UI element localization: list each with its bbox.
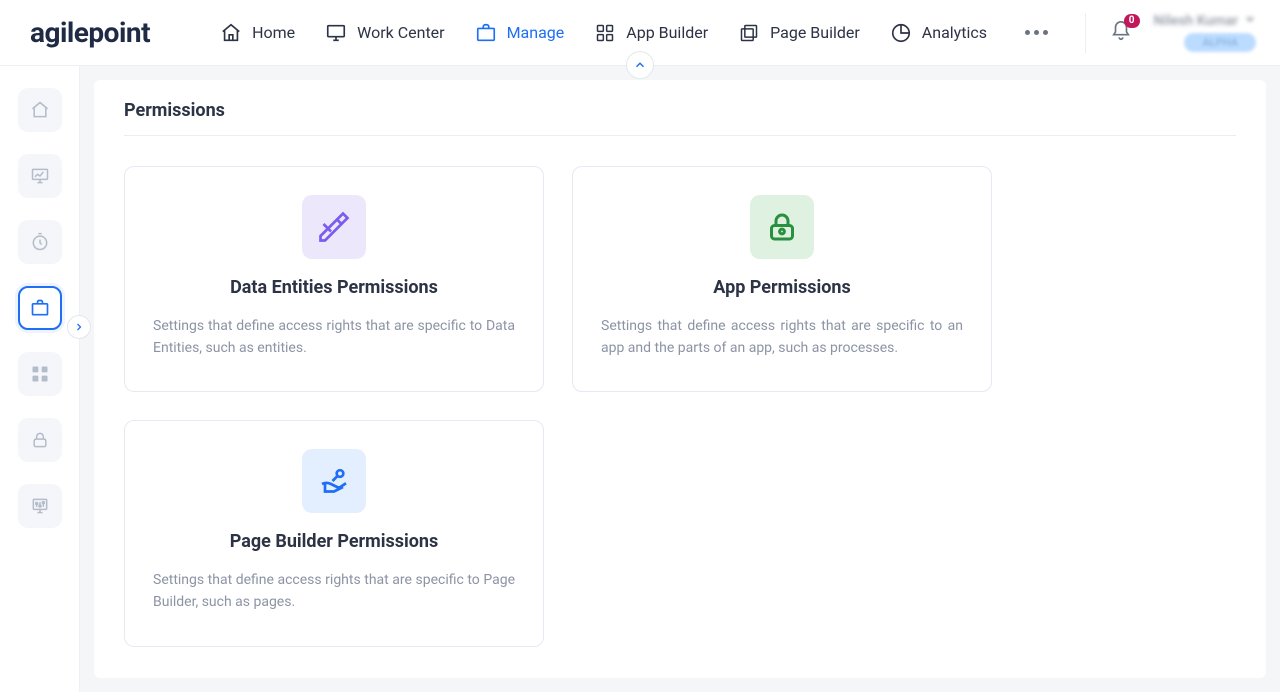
left-sidebar xyxy=(0,66,80,692)
nav-label: Home xyxy=(252,23,295,42)
home-icon xyxy=(220,22,242,44)
nav-app-builder[interactable]: App Builder xyxy=(594,22,708,44)
briefcase-icon xyxy=(30,298,50,318)
dot-icon xyxy=(1043,30,1048,35)
card-description: Settings that define access rights that … xyxy=(153,570,515,613)
home-icon xyxy=(30,100,50,120)
nav-page-builder[interactable]: Page Builder xyxy=(738,22,860,44)
main-content: Permissions Data Entities Permissions Se… xyxy=(94,80,1266,678)
stopwatch-icon xyxy=(30,232,50,252)
notifications-button[interactable]: 0 xyxy=(1110,20,1132,46)
page-title: Permissions xyxy=(124,100,1236,136)
card-description: Settings that define access rights that … xyxy=(601,316,963,359)
header-right: 0 Nilesh Kumar ALPHA xyxy=(1085,13,1256,53)
user-block: Nilesh Kumar ALPHA xyxy=(1154,13,1256,52)
monitor-icon xyxy=(325,22,347,44)
card-description: Settings that define access rights that … xyxy=(153,316,515,359)
chevron-down-icon xyxy=(1244,13,1256,29)
sidebar-item-reports[interactable] xyxy=(18,154,62,198)
sidebar-item-home[interactable] xyxy=(18,88,62,132)
hand-key-icon xyxy=(302,449,366,513)
briefcase-icon xyxy=(475,22,497,44)
card-app-permissions[interactable]: App Permissions Settings that define acc… xyxy=(572,166,992,392)
logo: agilepoint xyxy=(30,16,150,49)
pie-chart-icon xyxy=(890,22,912,44)
ruler-pencil-icon xyxy=(302,195,366,259)
chevron-right-icon xyxy=(73,321,85,333)
page-icon xyxy=(738,22,760,44)
dot-icon xyxy=(1025,30,1030,35)
card-page-builder-permissions[interactable]: Page Builder Permissions Settings that d… xyxy=(124,420,544,646)
dot-icon xyxy=(1034,30,1039,35)
primary-nav: Home Work Center Manage App Builder Page xyxy=(220,22,1048,44)
nav-label: Analytics xyxy=(922,23,987,42)
collapse-header-button[interactable] xyxy=(626,51,654,79)
nav-analytics[interactable]: Analytics xyxy=(890,22,987,44)
nav-label: App Builder xyxy=(626,23,708,42)
card-title: Page Builder Permissions xyxy=(153,531,515,552)
notification-count-badge: 0 xyxy=(1124,14,1140,28)
sidebar-item-manage[interactable] xyxy=(18,286,62,330)
expand-sidebar-button[interactable] xyxy=(67,315,91,339)
user-name-label: Nilesh Kumar xyxy=(1154,13,1238,29)
lock-icon xyxy=(750,195,814,259)
card-title: Data Entities Permissions xyxy=(153,277,515,298)
user-menu[interactable]: Nilesh Kumar xyxy=(1154,13,1256,29)
apps-grid-icon xyxy=(594,22,616,44)
sidebar-item-apps[interactable] xyxy=(18,352,62,396)
nav-label: Page Builder xyxy=(770,23,860,42)
sidebar-item-schedules[interactable] xyxy=(18,220,62,264)
nav-work-center[interactable]: Work Center xyxy=(325,22,444,44)
card-data-entities-permissions[interactable]: Data Entities Permissions Settings that … xyxy=(124,166,544,392)
lock-icon xyxy=(30,430,50,450)
apps-grid-icon xyxy=(30,364,50,384)
sidebar-item-settings[interactable] xyxy=(18,484,62,528)
chart-line-icon xyxy=(30,166,50,186)
permissions-cards: Data Entities Permissions Settings that … xyxy=(124,166,1236,647)
sidebar-item-security[interactable] xyxy=(18,418,62,462)
sliders-icon xyxy=(30,496,50,516)
nav-label: Work Center xyxy=(357,23,444,42)
card-title: App Permissions xyxy=(601,277,963,298)
chevron-up-icon xyxy=(633,58,647,72)
top-header: agilepoint Home Work Center Manage App B… xyxy=(0,0,1280,66)
nav-manage[interactable]: Manage xyxy=(475,22,565,44)
environment-badge: ALPHA xyxy=(1184,33,1256,52)
nav-more[interactable] xyxy=(1025,30,1048,35)
nav-home[interactable]: Home xyxy=(220,22,295,44)
nav-label: Manage xyxy=(507,23,565,42)
